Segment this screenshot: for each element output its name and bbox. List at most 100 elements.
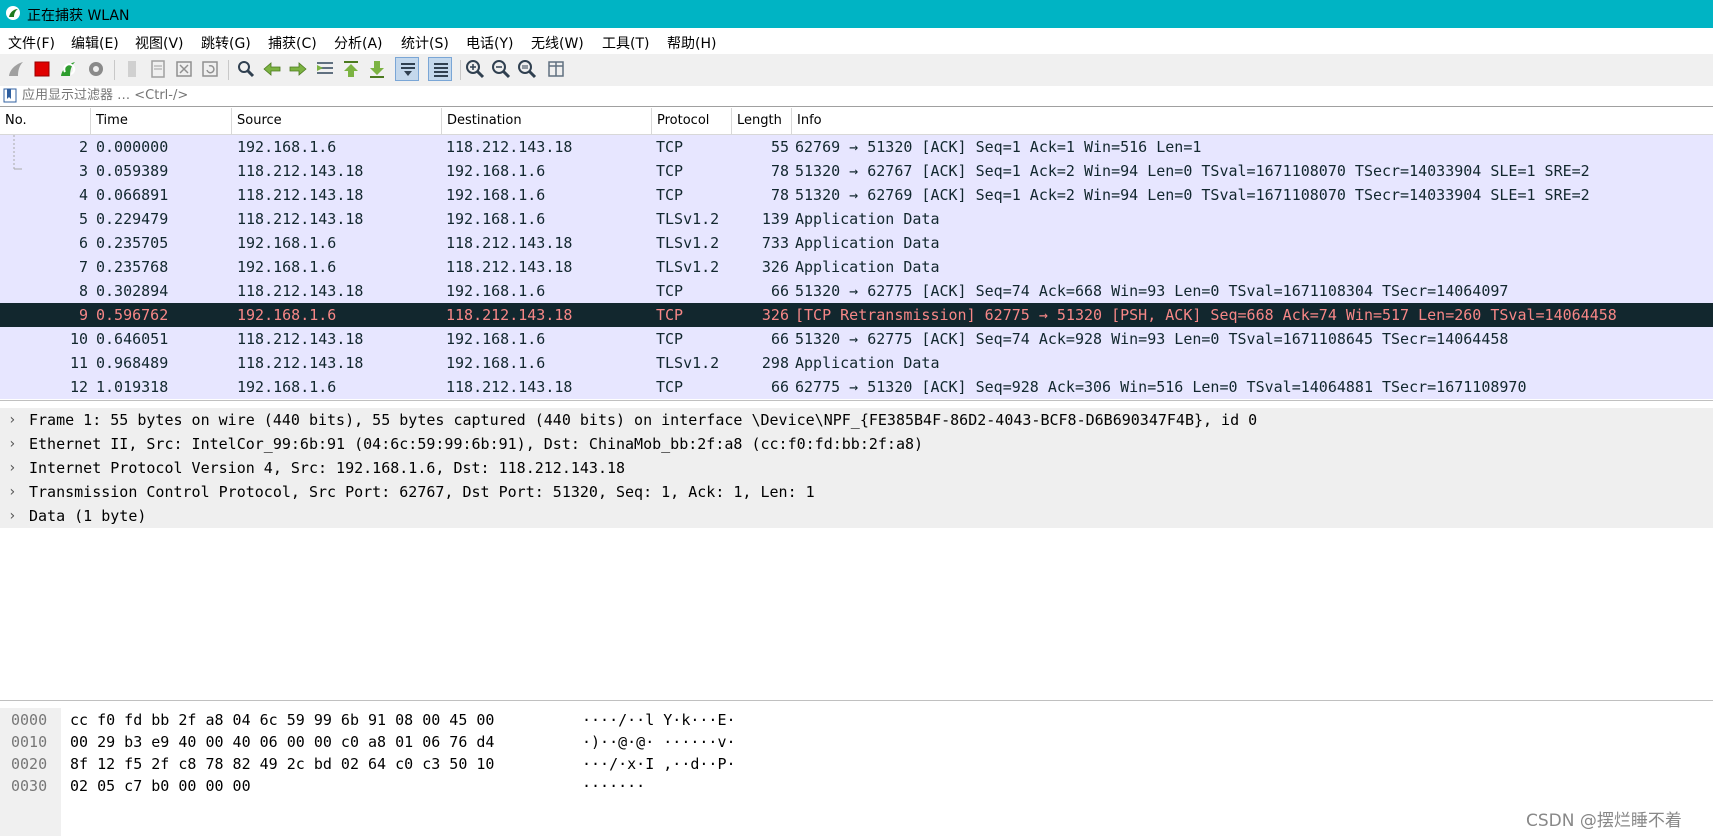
chevron-right-icon[interactable]: ›: [8, 432, 20, 456]
bytes-row[interactable]: 0010 00 29 b3 e9 40 00 40 06 00 00 c0 a8…: [0, 731, 1713, 753]
open-file-icon[interactable]: [120, 57, 144, 81]
chevron-right-icon[interactable]: ›: [8, 504, 20, 528]
packet-row[interactable]: 12 1.019318 192.168.1.6 118.212.143.18 T…: [0, 375, 1713, 399]
bytes-row[interactable]: 0000 cc f0 fd bb 2f a8 04 6c 59 99 6b 91…: [0, 709, 1713, 731]
go-forward-arrow-icon[interactable]: [286, 57, 310, 81]
bytes-ascii[interactable]: ····/··l Y·k···E·: [582, 709, 736, 731]
reload-file-icon[interactable]: [198, 57, 222, 81]
packet-row[interactable]: 5 0.229479 118.212.143.18 192.168.1.6 TL…: [0, 207, 1713, 231]
resize-columns-icon[interactable]: [544, 57, 568, 81]
save-file-icon[interactable]: [146, 57, 170, 81]
window-title: 正在捕获 WLAN: [27, 8, 130, 24]
packet-length: 139: [761, 210, 789, 228]
go-to-packet-icon[interactable]: [313, 57, 337, 81]
packet-time: 0.235705: [96, 234, 169, 252]
detail-tree-item-tcp[interactable]: › Transmission Control Protocol, Src Por…: [0, 480, 1713, 504]
display-filter-input[interactable]: [22, 86, 1702, 105]
chevron-right-icon[interactable]: ›: [8, 408, 20, 432]
menu-help[interactable]: 帮助(H): [667, 33, 716, 53]
detail-tree-item-frame[interactable]: › Frame 1: 55 bytes on wire (440 bits), …: [0, 408, 1713, 432]
menu-view[interactable]: 视图(V): [135, 33, 184, 53]
bytes-hex[interactable]: cc f0 fd bb 2f a8 04 6c 59 99 6b 91 08 0…: [70, 709, 494, 731]
column-header-no[interactable]: No.: [0, 108, 91, 134]
packet-no: 5: [78, 210, 88, 228]
packet-row-selected[interactable]: 9 0.596762 192.168.1.6 118.212.143.18 TC…: [0, 303, 1713, 327]
menu-tools[interactable]: 工具(T): [602, 33, 649, 53]
menu-edit[interactable]: 编辑(E): [71, 33, 119, 53]
packet-destination: 192.168.1.6: [446, 354, 546, 372]
detail-tree-item-data[interactable]: › Data (1 byte): [0, 504, 1713, 528]
menu-go[interactable]: 跳转(G): [201, 33, 251, 53]
last-packet-icon[interactable]: [365, 57, 389, 81]
packet-row[interactable]: 11 0.968489 118.212.143.18 192.168.1.6 T…: [0, 351, 1713, 375]
bytes-ascii[interactable]: ·)··@·@· ······v·: [582, 731, 736, 753]
bytes-row[interactable]: 0020 8f 12 f5 2f c8 78 82 49 2c bd 02 64…: [0, 753, 1713, 775]
packet-destination: 118.212.143.18: [446, 378, 573, 396]
packet-row[interactable]: 7 0.235768 192.168.1.6 118.212.143.18 TL…: [0, 255, 1713, 279]
chevron-right-icon[interactable]: ›: [8, 456, 20, 480]
packet-info: Application Data: [795, 354, 940, 372]
normal-size-icon[interactable]: [515, 57, 539, 81]
packet-destination: 118.212.143.18: [446, 306, 573, 324]
stop-capture-icon[interactable]: [30, 57, 54, 81]
detail-text: Frame 1: 55 bytes on wire (440 bits), 55…: [29, 411, 1258, 429]
find-packet-search-icon[interactable]: [234, 57, 258, 81]
zoom-out-icon[interactable]: [489, 57, 513, 81]
packet-row[interactable]: 8 0.302894 118.212.143.18 192.168.1.6 TC…: [0, 279, 1713, 303]
packet-row[interactable]: 10 0.646051 118.212.143.18 192.168.1.6 T…: [0, 327, 1713, 351]
packet-time: 0.302894: [96, 282, 169, 300]
restart-capture-icon[interactable]: [56, 57, 80, 81]
packet-destination: 192.168.1.6: [446, 330, 546, 348]
menu-capture[interactable]: 捕获(C): [268, 33, 317, 53]
capture-options-gear-icon[interactable]: [84, 57, 108, 81]
packet-row[interactable]: 3 0.059389 118.212.143.18 192.168.1.6 TC…: [0, 159, 1713, 183]
column-header-protocol[interactable]: Protocol: [652, 108, 732, 134]
packet-protocol: TCP: [656, 138, 684, 156]
detail-tree-item-ip[interactable]: › Internet Protocol Version 4, Src: 192.…: [0, 456, 1713, 480]
bytes-hex[interactable]: 8f 12 f5 2f c8 78 82 49 2c bd 02 64 c0 c…: [70, 753, 494, 775]
packet-source: 192.168.1.6: [237, 234, 337, 252]
menu-telephony[interactable]: 电话(Y): [466, 33, 513, 53]
title-bar: 正在捕获 WLAN: [0, 0, 1713, 28]
column-header-time[interactable]: Time: [91, 108, 232, 134]
column-header-info[interactable]: Info: [792, 108, 1713, 134]
packet-time: 0.229479: [96, 210, 169, 228]
detail-tree-item-ethernet[interactable]: › Ethernet II, Src: IntelCor_99:6b:91 (0…: [0, 432, 1713, 456]
packet-no: 8: [78, 282, 88, 300]
column-header-length[interactable]: Length: [732, 108, 792, 134]
packet-row[interactable]: 2 0.000000 192.168.1.6 118.212.143.18 TC…: [0, 135, 1713, 159]
packet-protocol: TLSv1.2: [656, 258, 720, 276]
bytes-row[interactable]: 0030 02 05 c7 b0 00 00 00 ·······: [0, 775, 1713, 797]
packet-row[interactable]: 6 0.235705 192.168.1.6 118.212.143.18 TL…: [0, 231, 1713, 255]
packet-no: 2: [78, 138, 88, 156]
bytes-hex[interactable]: 02 05 c7 b0 00 00 00: [70, 775, 251, 797]
column-header-source[interactable]: Source: [232, 108, 442, 134]
bytes-ascii[interactable]: ···/·x·I ,··d··P·: [582, 753, 736, 775]
zoom-in-icon[interactable]: [463, 57, 487, 81]
filter-bookmark-icon[interactable]: [3, 88, 17, 103]
bytes-ascii[interactable]: ·······: [582, 775, 645, 797]
go-back-arrow-icon[interactable]: [260, 57, 284, 81]
menu-wireless[interactable]: 无线(W): [531, 33, 584, 53]
packet-length: 326: [761, 306, 789, 324]
menu-statistics[interactable]: 统计(S): [401, 33, 449, 53]
chevron-right-icon[interactable]: ›: [8, 480, 20, 504]
colorize-list-icon[interactable]: [428, 57, 452, 81]
packet-protocol: TLSv1.2: [656, 234, 720, 252]
first-packet-icon[interactable]: [339, 57, 363, 81]
menu-bar: 文件(F) 编辑(E) 视图(V) 跳转(G) 捕获(C) 分析(A) 统计(S…: [0, 28, 1713, 54]
packet-row[interactable]: 4 0.066891 118.212.143.18 192.168.1.6 TC…: [0, 183, 1713, 207]
packet-destination: 192.168.1.6: [446, 210, 546, 228]
packet-source: 118.212.143.18: [237, 330, 364, 348]
start-capture-icon[interactable]: [4, 57, 28, 81]
packet-time: 0.059389: [96, 162, 169, 180]
auto-scroll-icon[interactable]: [395, 57, 419, 81]
menu-analyze[interactable]: 分析(A): [334, 33, 383, 53]
bytes-offset: 0020: [11, 755, 48, 773]
bytes-hex[interactable]: 00 29 b3 e9 40 00 40 06 00 00 c0 a8 01 0…: [70, 731, 494, 753]
column-header-destination[interactable]: Destination: [442, 108, 652, 134]
main-toolbar: [0, 54, 1713, 87]
close-file-icon[interactable]: [172, 57, 196, 81]
packet-details-pane: › Frame 1: 55 bytes on wire (440 bits), …: [0, 408, 1713, 701]
menu-file[interactable]: 文件(F): [8, 33, 55, 53]
